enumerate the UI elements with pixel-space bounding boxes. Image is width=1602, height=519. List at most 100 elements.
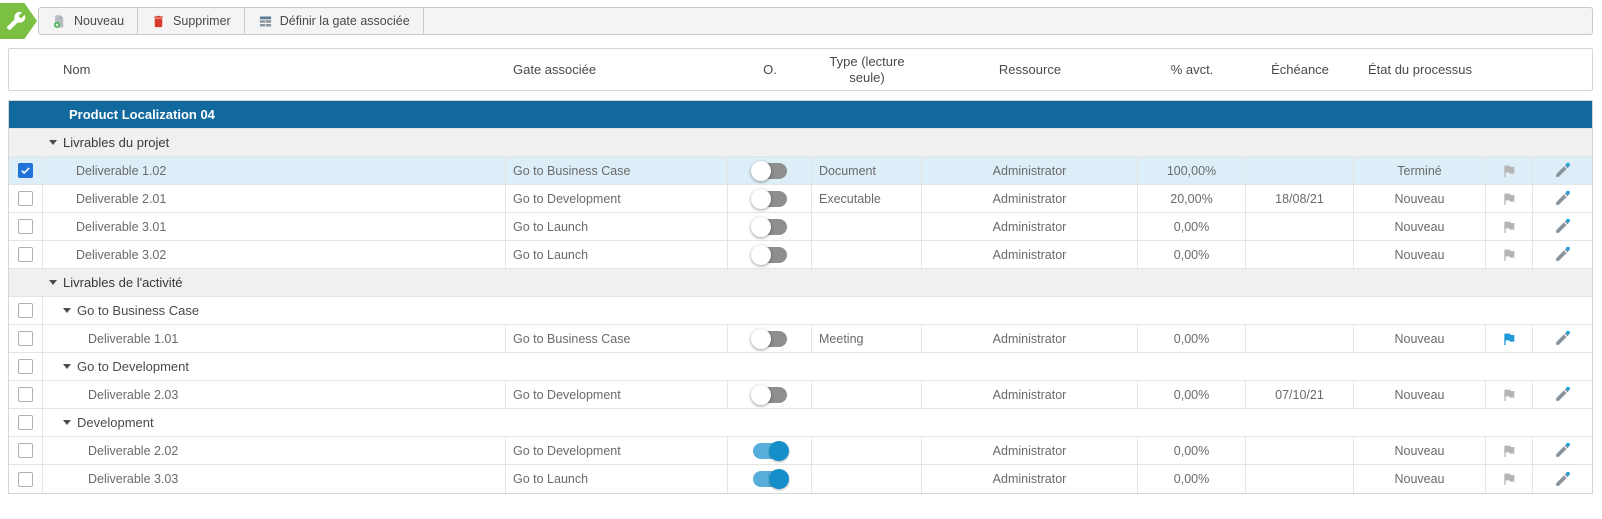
gate-cell: Go to Development: [506, 381, 728, 408]
deliverable-name: Deliverable 3.03: [43, 465, 506, 493]
edit-pencil-icon[interactable]: [1554, 442, 1571, 459]
new-button[interactable]: Nouveau: [39, 8, 138, 34]
new-document-icon: [52, 14, 67, 29]
edit-pencil-icon[interactable]: [1554, 471, 1571, 488]
mandatory-toggle[interactable]: [753, 443, 787, 459]
project-title: Product Localization 04: [69, 107, 215, 122]
toggle-knob: [751, 385, 771, 405]
column-header-ressource[interactable]: Ressource: [922, 62, 1138, 78]
percent-cell: 0,00%: [1138, 213, 1246, 240]
group-cell: Livrables de l'activité: [9, 269, 1592, 296]
edit-pencil-icon[interactable]: [1554, 330, 1571, 347]
flag-icon[interactable]: [1501, 219, 1517, 235]
toggle-cell: [728, 213, 812, 240]
mandatory-toggle[interactable]: [753, 471, 787, 487]
mandatory-toggle[interactable]: [753, 191, 787, 207]
collapse-triangle-icon[interactable]: [63, 364, 71, 369]
process-state-cell: Nouveau: [1354, 465, 1486, 493]
row-checkbox[interactable]: [18, 191, 33, 206]
row-checkbox[interactable]: [18, 331, 33, 346]
edit-cell: [1533, 157, 1592, 184]
column-header-o[interactable]: O.: [728, 62, 812, 78]
row-checkbox[interactable]: [18, 443, 33, 458]
row-checkbox[interactable]: [18, 387, 33, 402]
collapse-triangle-icon[interactable]: [49, 280, 57, 285]
column-header-type[interactable]: Type (lecture seule): [812, 54, 922, 85]
flag-cell: [1486, 241, 1533, 268]
delete-button[interactable]: Supprimer: [138, 8, 245, 34]
column-header-pct[interactable]: % avct.: [1138, 62, 1246, 78]
toggle-cell: [728, 241, 812, 268]
column-header-gate[interactable]: Gate associée: [506, 62, 728, 78]
edit-pencil-icon[interactable]: [1554, 190, 1571, 207]
column-header-nom[interactable]: Nom: [43, 62, 506, 78]
gate-cell: Go to Business Case: [506, 157, 728, 184]
mandatory-toggle[interactable]: [753, 219, 787, 235]
row-checkbox[interactable]: [18, 219, 33, 234]
row-checkbox[interactable]: [18, 163, 33, 178]
due-date-cell: [1246, 241, 1354, 268]
toggle-cell: [728, 325, 812, 352]
edit-pencil-icon[interactable]: [1554, 218, 1571, 235]
row-checkbox[interactable]: [18, 247, 33, 262]
group-cell: Livrables du projet: [9, 129, 1592, 156]
mandatory-toggle[interactable]: [753, 163, 787, 179]
toggle-cell: [728, 437, 812, 464]
checkbox-cell: [9, 241, 43, 268]
percent-cell: 0,00%: [1138, 325, 1246, 352]
resource-cell: Administrator: [922, 157, 1138, 184]
edit-cell: [1533, 437, 1592, 464]
flag-icon[interactable]: [1501, 387, 1517, 403]
row-checkbox[interactable]: [18, 415, 33, 430]
subgroup-label: Go to Business Case: [77, 303, 199, 318]
toolbar: Nouveau Supprimer Définir la gate associ…: [0, 0, 1602, 44]
checkbox-cell: [9, 297, 43, 324]
subgroup-cell: Go to Development: [43, 353, 1592, 380]
checkbox-cell: [9, 409, 43, 436]
process-state-cell: Nouveau: [1354, 213, 1486, 240]
flag-cell: [1486, 437, 1533, 464]
mandatory-toggle[interactable]: [753, 387, 787, 403]
checkbox-cell: [9, 437, 43, 464]
toggle-cell: [728, 185, 812, 212]
flag-icon[interactable]: [1501, 247, 1517, 263]
collapse-triangle-icon[interactable]: [49, 140, 57, 145]
gate-cell: Go to Launch: [506, 213, 728, 240]
type-cell: [812, 213, 922, 240]
checkbox-cell: [9, 465, 43, 493]
flag-cell: [1486, 157, 1533, 184]
mandatory-toggle[interactable]: [753, 247, 787, 263]
column-header-row: Nom Gate associée O. Type (lecture seule…: [8, 48, 1593, 91]
collapse-triangle-icon[interactable]: [63, 420, 71, 425]
row-checkbox[interactable]: [18, 359, 33, 374]
flag-icon[interactable]: [1501, 331, 1517, 347]
edit-pencil-icon[interactable]: [1554, 246, 1571, 263]
define-gate-button[interactable]: Définir la gate associée: [245, 8, 424, 34]
type-cell: [812, 437, 922, 464]
edit-pencil-icon[interactable]: [1554, 162, 1571, 179]
flag-icon[interactable]: [1501, 163, 1517, 179]
percent-cell: 0,00%: [1138, 241, 1246, 268]
mandatory-toggle[interactable]: [753, 331, 787, 347]
flag-icon[interactable]: [1501, 443, 1517, 459]
subgroup-cell: Development: [43, 409, 1592, 436]
table-row: Deliverable 3.03 Go to Launch Administra…: [9, 465, 1592, 493]
app-badge: [0, 3, 37, 39]
flag-icon[interactable]: [1501, 471, 1517, 487]
due-date-cell: [1246, 325, 1354, 352]
column-header-etat[interactable]: État du processus: [1354, 62, 1486, 78]
row-checkbox[interactable]: [18, 303, 33, 318]
resource-cell: Administrator: [922, 437, 1138, 464]
subgroup-row-go-to-development: Go to Development: [9, 353, 1592, 381]
flag-cell: [1486, 325, 1533, 352]
collapse-triangle-icon[interactable]: [63, 308, 71, 313]
toggle-knob: [769, 469, 789, 489]
edit-pencil-icon[interactable]: [1554, 386, 1571, 403]
subgroup-cell: Go to Business Case: [43, 297, 1592, 324]
column-header-echeance[interactable]: Échéance: [1246, 62, 1354, 78]
edit-cell: [1533, 185, 1592, 212]
gate-cell: Go to Development: [506, 185, 728, 212]
row-checkbox[interactable]: [18, 472, 33, 487]
flag-icon[interactable]: [1501, 191, 1517, 207]
resource-cell: Administrator: [922, 185, 1138, 212]
